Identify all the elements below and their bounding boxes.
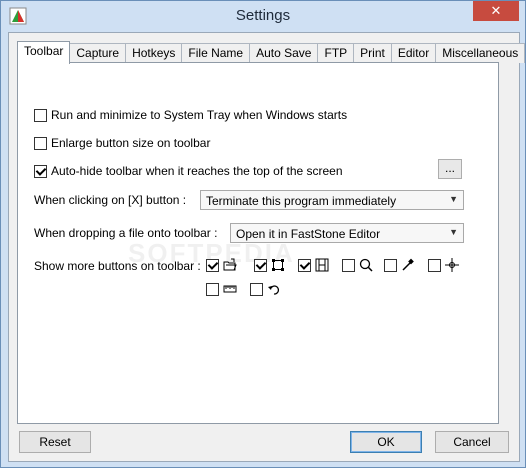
enlarge-buttons-checkbox[interactable] bbox=[34, 136, 47, 150]
chevron-down-icon: ▼ bbox=[449, 194, 458, 204]
tab-auto-save[interactable]: Auto Save bbox=[249, 43, 319, 63]
toolbar-toggle-ruler-checkbox[interactable] bbox=[206, 282, 219, 296]
eyedropper-icon bbox=[402, 258, 414, 271]
toolbar-toggle-magnifier-checkbox[interactable] bbox=[342, 258, 355, 272]
minimize-to-tray-label: Run and minimize to System Tray when Win… bbox=[51, 108, 348, 122]
ruler-icon bbox=[223, 285, 237, 293]
close-button[interactable]: ✕ bbox=[473, 1, 519, 21]
toolbar-toggle-undo[interactable] bbox=[250, 282, 281, 296]
tab-miscellaneous[interactable]: Miscellaneous bbox=[435, 43, 526, 63]
close-action-row: When clicking on [X] button : bbox=[34, 193, 186, 207]
more-buttons-label: Show more buttons on toolbar : bbox=[34, 259, 201, 273]
chevron-down-icon: ▼ bbox=[449, 227, 458, 237]
more-buttons-row: Show more buttons on toolbar : bbox=[34, 259, 201, 273]
tab-toolbar[interactable]: Toolbar bbox=[17, 41, 71, 64]
tab-capture[interactable]: Capture bbox=[69, 43, 127, 63]
cancel-button[interactable]: Cancel bbox=[435, 431, 509, 453]
crosshair-icon bbox=[445, 258, 459, 272]
toolbar-toggle-crop-checkbox[interactable] bbox=[254, 258, 267, 272]
film-icon bbox=[315, 258, 329, 272]
tab-editor[interactable]: Editor bbox=[390, 43, 437, 63]
toolbar-toggle-color-picker[interactable] bbox=[384, 258, 415, 272]
title-bar: Settings ✕ bbox=[1, 1, 525, 31]
crop-icon bbox=[272, 259, 284, 271]
magnifier-icon bbox=[359, 258, 373, 272]
toolbar-settings-panel: SOFTPEDIA Run and minimize to System Tra… bbox=[17, 62, 499, 424]
enlarge-buttons-option[interactable]: Enlarge button size on toolbar bbox=[34, 136, 210, 150]
undo-arrow-icon bbox=[268, 285, 280, 295]
toolbar-toggle-color-picker-checkbox[interactable] bbox=[384, 258, 397, 272]
auto-hide-checkbox[interactable] bbox=[34, 164, 47, 178]
toolbar-toggle-open[interactable] bbox=[206, 258, 237, 272]
toolbar-toggle-crosshair[interactable] bbox=[428, 258, 459, 272]
dialog-body: Toolbar Capture Hotkeys File Name Auto S… bbox=[8, 32, 526, 462]
auto-hide-label: Auto-hide toolbar when it reaches the to… bbox=[51, 164, 343, 178]
tab-ftp[interactable]: FTP bbox=[317, 43, 355, 63]
ok-button[interactable]: OK bbox=[350, 431, 422, 453]
toolbar-toggle-ruler[interactable] bbox=[206, 282, 237, 296]
drop-action-select[interactable]: Open it in FastStone Editor ▼ bbox=[230, 223, 464, 243]
minimize-to-tray-option[interactable]: Run and minimize to System Tray when Win… bbox=[34, 108, 347, 122]
drop-action-row: When dropping a file onto toolbar : bbox=[34, 226, 217, 240]
toolbar-toggle-crosshair-checkbox[interactable] bbox=[428, 258, 441, 272]
toolbar-toggle-open-checkbox[interactable] bbox=[206, 258, 219, 272]
close-action-select[interactable]: Terminate this program immediately ▼ bbox=[200, 190, 464, 210]
reset-button[interactable]: Reset bbox=[19, 431, 91, 453]
drop-action-label: When dropping a file onto toolbar : bbox=[34, 226, 218, 240]
toolbar-toggle-video[interactable] bbox=[298, 258, 329, 272]
toolbar-toggle-video-checkbox[interactable] bbox=[298, 258, 311, 272]
toolbar-toggle-magnifier[interactable] bbox=[342, 258, 373, 272]
close-action-value: Terminate this program immediately bbox=[206, 194, 397, 208]
window-title: Settings bbox=[235, 7, 291, 24]
open-folder-icon bbox=[223, 258, 237, 271]
enlarge-buttons-label: Enlarge button size on toolbar bbox=[51, 136, 211, 150]
drop-action-value: Open it in FastStone Editor bbox=[236, 227, 381, 241]
settings-window: Settings ✕ Toolbar Capture Hotkeys File … bbox=[0, 0, 526, 468]
tab-file-name[interactable]: File Name bbox=[181, 43, 251, 63]
tab-hotkeys[interactable]: Hotkeys bbox=[125, 43, 183, 63]
tab-print[interactable]: Print bbox=[353, 43, 392, 63]
toolbar-toggle-crop[interactable] bbox=[254, 258, 285, 272]
minimize-to-tray-checkbox[interactable] bbox=[34, 108, 47, 122]
close-action-label: When clicking on [X] button : bbox=[34, 193, 187, 207]
toolbar-toggle-undo-checkbox[interactable] bbox=[250, 282, 263, 296]
tab-strip: Toolbar Capture Hotkeys File Name Auto S… bbox=[17, 41, 526, 64]
auto-hide-option[interactable]: Auto-hide toolbar when it reaches the to… bbox=[34, 164, 343, 178]
auto-hide-more-button[interactable]: ... bbox=[438, 159, 462, 179]
